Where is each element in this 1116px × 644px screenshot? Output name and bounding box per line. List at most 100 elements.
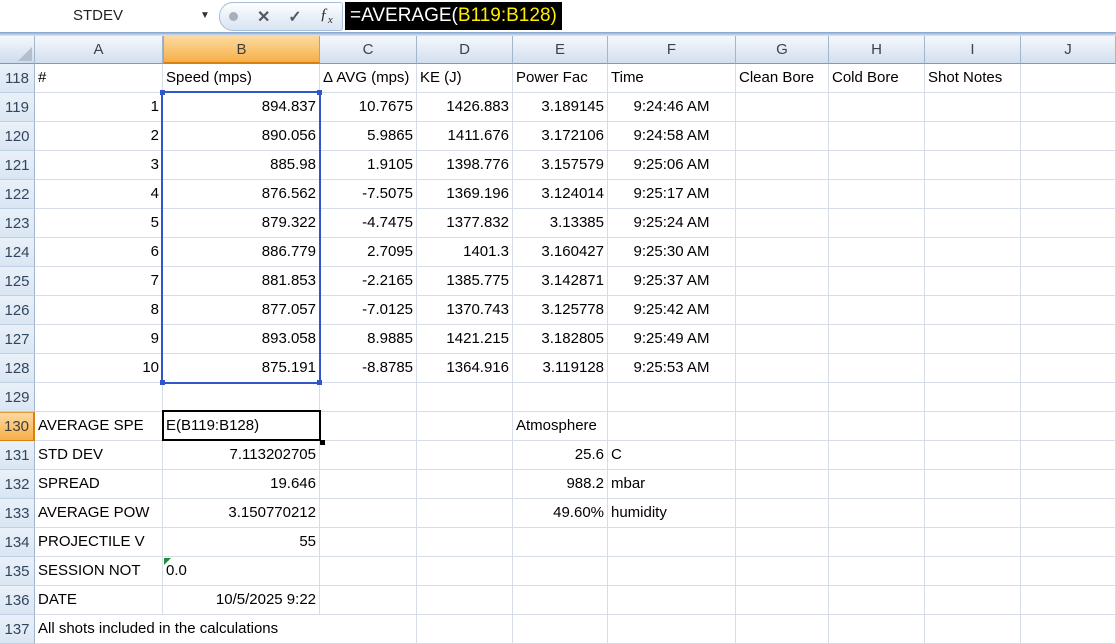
cell-F120[interactable]: 9:24:58 AM [608, 122, 736, 151]
cell-D118[interactable]: KE (J) [417, 64, 513, 93]
cell-C133[interactable] [320, 499, 417, 528]
edit-cell-fill-handle[interactable] [320, 440, 325, 445]
cell-H134[interactable] [829, 528, 925, 557]
row-header-122[interactable]: 122 [0, 180, 35, 209]
cell-H119[interactable] [829, 93, 925, 122]
cell-I129[interactable] [925, 383, 1021, 412]
cell-G124[interactable] [736, 238, 829, 267]
row-header-125[interactable]: 125 [0, 267, 35, 296]
cell-D121[interactable]: 1398.776 [417, 151, 513, 180]
cell-H125[interactable] [829, 267, 925, 296]
cell-I137[interactable] [925, 615, 1021, 644]
cell-J133[interactable] [1021, 499, 1116, 528]
column-header-G[interactable]: G [736, 36, 829, 64]
row-header-135[interactable]: 135 [0, 557, 35, 586]
cell-A124[interactable]: 6 [35, 238, 163, 267]
cell-F127[interactable]: 9:25:49 AM [608, 325, 736, 354]
cell-D133[interactable] [417, 499, 513, 528]
cell-G132[interactable] [736, 470, 829, 499]
cell-E124[interactable]: 3.160427 [513, 238, 608, 267]
column-header-B[interactable]: B [163, 36, 320, 64]
cell-C134[interactable] [320, 528, 417, 557]
cell-I127[interactable] [925, 325, 1021, 354]
cell-H123[interactable] [829, 209, 925, 238]
cell-F128[interactable]: 9:25:53 AM [608, 354, 736, 383]
cell-C125[interactable]: -2.2165 [320, 267, 417, 296]
cell-J125[interactable] [1021, 267, 1116, 296]
cell-H118[interactable]: Cold Bore [829, 64, 925, 93]
row-header-119[interactable]: 119 [0, 93, 35, 122]
cell-I118[interactable]: Shot Notes [925, 64, 1021, 93]
cell-G129[interactable] [736, 383, 829, 412]
column-header-A[interactable]: A [35, 36, 163, 64]
cell-I134[interactable] [925, 528, 1021, 557]
cell-G135[interactable] [736, 557, 829, 586]
cell-B136[interactable]: 10/5/2025 9:22 [163, 586, 320, 615]
cell-E137[interactable] [513, 615, 608, 644]
cell-F132[interactable]: mbar [608, 470, 736, 499]
cell-J126[interactable] [1021, 296, 1116, 325]
cell-E129[interactable] [513, 383, 608, 412]
cell-A134[interactable]: PROJECTILE V [35, 528, 163, 557]
cell-D122[interactable]: 1369.196 [417, 180, 513, 209]
cell-B125[interactable]: 881.853 [163, 267, 320, 296]
cell-D134[interactable] [417, 528, 513, 557]
cell-F126[interactable]: 9:25:42 AM [608, 296, 736, 325]
cell-G126[interactable] [736, 296, 829, 325]
cell-H127[interactable] [829, 325, 925, 354]
cell-F131[interactable]: C [608, 441, 736, 470]
cell-A121[interactable]: 3 [35, 151, 163, 180]
row-header-136[interactable]: 136 [0, 586, 35, 615]
cell-C127[interactable]: 8.9885 [320, 325, 417, 354]
cell-I133[interactable] [925, 499, 1021, 528]
cell-A135[interactable]: SESSION NOT [35, 557, 163, 586]
cell-C124[interactable]: 2.7095 [320, 238, 417, 267]
cell-G123[interactable] [736, 209, 829, 238]
cell-D129[interactable] [417, 383, 513, 412]
cell-D125[interactable]: 1385.775 [417, 267, 513, 296]
cell-E118[interactable]: Power Fac [513, 64, 608, 93]
cell-J136[interactable] [1021, 586, 1116, 615]
row-header-129[interactable]: 129 [0, 383, 35, 412]
cell-B135[interactable]: 0.0 [163, 557, 320, 586]
cell-F136[interactable] [608, 586, 736, 615]
cell-A123[interactable]: 5 [35, 209, 163, 238]
cell-C136[interactable] [320, 586, 417, 615]
cell-I122[interactable] [925, 180, 1021, 209]
cell-F119[interactable]: 9:24:46 AM [608, 93, 736, 122]
cell-G119[interactable] [736, 93, 829, 122]
cell-H131[interactable] [829, 441, 925, 470]
cell-D137[interactable] [417, 615, 513, 644]
cell-D124[interactable]: 1401.3 [417, 238, 513, 267]
cell-J137[interactable] [1021, 615, 1116, 644]
cell-F121[interactable]: 9:25:06 AM [608, 151, 736, 180]
cell-G131[interactable] [736, 441, 829, 470]
cell-G128[interactable] [736, 354, 829, 383]
cell-I128[interactable] [925, 354, 1021, 383]
cell-C129[interactable] [320, 383, 417, 412]
cell-A137[interactable]: All shots included in the calculations [35, 615, 417, 644]
row-header-130[interactable]: 130 [0, 412, 35, 441]
row-header-124[interactable]: 124 [0, 238, 35, 267]
row-header-132[interactable]: 132 [0, 470, 35, 499]
cell-A127[interactable]: 9 [35, 325, 163, 354]
cell-F135[interactable] [608, 557, 736, 586]
cell-J131[interactable] [1021, 441, 1116, 470]
cell-H135[interactable] [829, 557, 925, 586]
cell-J119[interactable] [1021, 93, 1116, 122]
cell-A129[interactable] [35, 383, 163, 412]
cell-I125[interactable] [925, 267, 1021, 296]
column-header-I[interactable]: I [925, 36, 1021, 64]
cell-F118[interactable]: Time [608, 64, 736, 93]
cell-D135[interactable] [417, 557, 513, 586]
cell-E121[interactable]: 3.157579 [513, 151, 608, 180]
cell-C118[interactable]: Δ AVG (mps) [320, 64, 417, 93]
cell-H120[interactable] [829, 122, 925, 151]
cell-E133[interactable]: 49.60% [513, 499, 608, 528]
cell-A122[interactable]: 4 [35, 180, 163, 209]
row-header-128[interactable]: 128 [0, 354, 35, 383]
cell-I130[interactable] [925, 412, 1021, 441]
cell-J128[interactable] [1021, 354, 1116, 383]
cell-E128[interactable]: 3.119128 [513, 354, 608, 383]
cell-G127[interactable] [736, 325, 829, 354]
